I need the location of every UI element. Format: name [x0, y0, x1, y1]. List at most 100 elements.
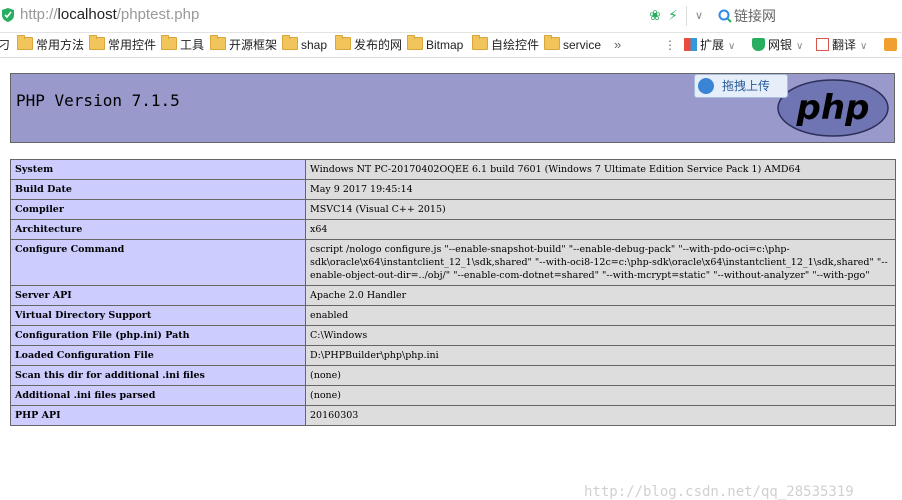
bookmark-folder-item[interactable]: 发布的网 — [335, 35, 403, 53]
bookmark-label: 常用控件 — [108, 38, 157, 52]
refresh-icon[interactable]: ❀ — [646, 7, 664, 25]
table-row: Virtual Directory Support enabled — [10, 305, 896, 326]
translate-label: 翻译 — [832, 38, 857, 52]
extension-icon — [884, 38, 897, 51]
row-key: Scan this dir for additional .ini files — [10, 365, 306, 386]
table-row: System Windows NT PC-20170402OQEE 6.1 bui… — [10, 159, 896, 180]
folder-icon — [335, 35, 351, 50]
row-key: Configure Command — [10, 239, 306, 286]
cloud-icon — [698, 78, 714, 94]
chevron-down-icon: ∨ — [860, 41, 868, 52]
row-value: Apache 2.0 Handler — [305, 285, 896, 306]
row-value: May 9 2017 19:45:14 — [305, 179, 896, 200]
watermark: http://blog.csdn.net/qq_28535319 — [584, 484, 854, 500]
php-info-table: System Windows NT PC-20170402OQEE 6.1 bui… — [10, 159, 896, 426]
bookmark-overflow-button[interactable]: » — [614, 37, 621, 53]
table-row: Configure Command cscript /nologo configu… — [10, 239, 896, 286]
search-box-label[interactable]: 链接网 — [734, 6, 776, 26]
url-path: /phptest.php — [116, 6, 200, 23]
drag-upload-button[interactable]: 拖拽上传 — [694, 74, 788, 98]
bookmark-label: 刁 — [0, 38, 11, 52]
row-key: Virtual Directory Support — [10, 305, 306, 326]
row-value: C:\Windows — [305, 325, 896, 346]
table-row: Build Date May 9 2017 19:45:14 — [10, 179, 896, 200]
folder-icon — [89, 35, 105, 50]
bookmark-label: 常用方法 — [36, 38, 85, 52]
row-value: (none) — [305, 385, 896, 406]
bookmark-folder-item[interactable]: service — [544, 35, 602, 53]
bookmark-label: 发布的网 — [354, 38, 403, 52]
folder-icon — [407, 35, 423, 50]
row-value: 20160303 — [305, 405, 896, 426]
row-value: cscript /nologo configure.js "--enable-s… — [305, 239, 896, 286]
extensions-button[interactable]: 扩展 ∨ — [684, 37, 735, 53]
bookmark-label: 工具 — [180, 38, 205, 52]
table-row: Compiler MSVC14 (Visual C++ 2015) — [10, 199, 896, 220]
bookmark-folder-item[interactable]: 常用控件 — [89, 35, 157, 53]
folder-icon — [544, 35, 560, 50]
chevron-down-icon: ∨ — [728, 41, 736, 52]
php-logo: php — [777, 79, 889, 137]
bookmark-label: shap — [301, 38, 328, 52]
chevron-down-icon: ∨ — [796, 41, 804, 52]
folder-icon — [210, 35, 226, 50]
bookmark-folder-item[interactable]: 开源框架 — [210, 35, 278, 53]
bookmark-folder-item[interactable]: 自绘控件 — [472, 35, 540, 53]
bookmark-item[interactable]: 刁 — [0, 37, 10, 53]
netbank-label: 网银 — [768, 38, 793, 52]
row-key: Build Date — [10, 179, 306, 200]
divider — [686, 6, 687, 26]
lightning-icon[interactable]: ⚡ — [664, 7, 682, 25]
folder-icon — [472, 35, 488, 50]
more-vertical-icon[interactable]: ⋮ — [664, 37, 676, 53]
netbank-button[interactable]: 网银 ∨ — [752, 37, 803, 53]
bookmark-folder-item[interactable]: shap — [282, 35, 328, 53]
row-key: PHP API — [10, 405, 306, 426]
bookmark-label: service — [563, 38, 602, 52]
chevron-down-icon[interactable]: ∨ — [690, 7, 708, 25]
bookmark-label: 开源框架 — [229, 38, 278, 52]
url-scheme: http:// — [20, 6, 58, 23]
puzzle-icon — [684, 38, 697, 51]
row-value: Windows NT PC-20170402OQEE 6.1 build 760… — [305, 159, 896, 180]
bookmark-folder-item[interactable]: 常用方法 — [17, 35, 85, 53]
netbank-shield-icon — [752, 38, 765, 51]
table-row: PHP API 20160303 — [10, 405, 896, 426]
bookmark-folder-item[interactable]: 工具 — [161, 35, 205, 53]
bookmark-label: 自绘控件 — [491, 38, 540, 52]
row-key: Configuration File (php.ini) Path — [10, 325, 306, 346]
table-row: Scan this dir for additional .ini files(… — [10, 365, 896, 386]
more-extension-button[interactable] — [884, 37, 900, 53]
address-bar: http://localhost/phptest.php ❀ ⚡ ∨ 链接网 — [0, 0, 902, 33]
folder-icon — [17, 35, 33, 50]
table-row: Server API Apache 2.0 Handler — [10, 285, 896, 306]
url-host: localhost — [57, 6, 117, 23]
row-value: D:\PHPBuilder\php\php.ini — [305, 345, 896, 366]
table-row: Architecture x64 — [10, 219, 896, 240]
php-logo-text: php — [796, 88, 870, 128]
bookmark-folder-item[interactable]: Bitmap — [407, 35, 464, 53]
folder-icon — [282, 35, 298, 50]
url-field[interactable]: http://localhost/phptest.php — [20, 6, 199, 23]
row-value: MSVC14 (Visual C++ 2015) — [305, 199, 896, 220]
row-key: Additional .ini files parsed — [10, 385, 306, 406]
security-shield-icon[interactable] — [2, 8, 14, 22]
search-icon[interactable] — [718, 9, 732, 23]
row-value: enabled — [305, 305, 896, 326]
row-key: System — [10, 159, 306, 180]
table-row: Configuration File (php.ini) Path C:\Wind… — [10, 325, 896, 346]
translate-button[interactable]: 翻译 ∨ — [816, 37, 867, 53]
row-key: Compiler — [10, 199, 306, 220]
table-row: Loaded Configuration File D:\PHPBuilder\p… — [10, 345, 896, 366]
translate-icon — [816, 38, 829, 51]
row-key: Server API — [10, 285, 306, 306]
folder-icon — [161, 35, 177, 50]
table-row: Additional .ini files parsed (none) — [10, 385, 896, 406]
row-key: Loaded Configuration File — [10, 345, 306, 366]
extensions-label: 扩展 — [700, 38, 725, 52]
row-key: Architecture — [10, 219, 306, 240]
bookmark-label: Bitmap — [426, 38, 464, 52]
row-value: (none) — [305, 365, 896, 386]
bookmarks-bar: 刁 常用方法 常用控件 工具 开源框架 shap 发布的网 Bitmap 自绘控… — [0, 33, 902, 58]
page-content: PHP Version 7.1.5 php 拖拽上传 System Windows… — [0, 58, 902, 500]
